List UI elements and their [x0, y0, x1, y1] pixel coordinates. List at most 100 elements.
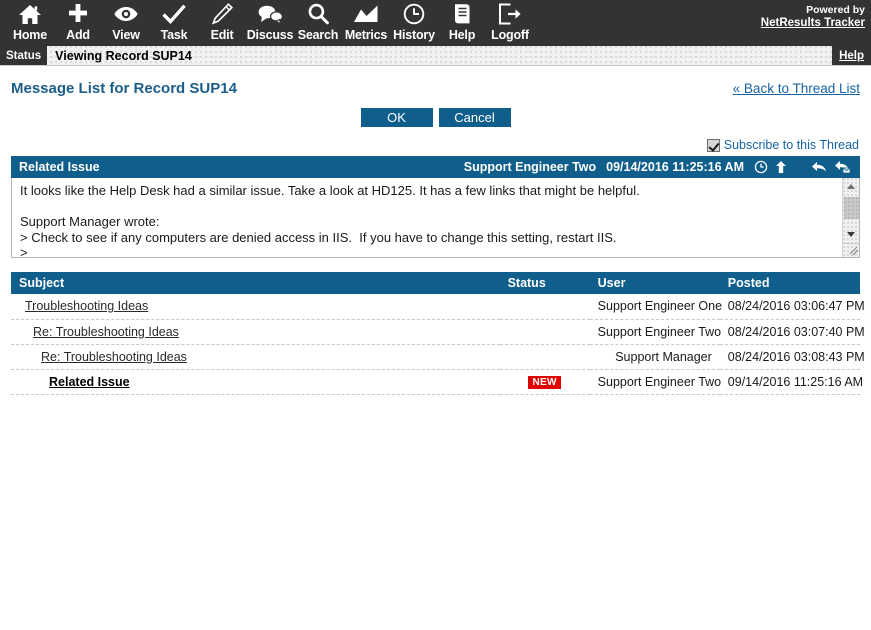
page-content: Message List for Record SUP14 « Back to …: [0, 66, 871, 395]
cell-user: Support Engineer Two: [589, 319, 721, 345]
table-row[interactable]: Re: Troubleshooting Ideas Support Manager…: [11, 344, 865, 370]
toolbar-item-discuss[interactable]: Discuss: [246, 0, 294, 46]
cell-status: [499, 319, 590, 345]
toolbar-item-label: Help: [448, 28, 476, 42]
thread-table: Subject Status User Posted Troubleshooti…: [11, 272, 865, 395]
toolbar-item-metrics[interactable]: Metrics: [342, 0, 390, 46]
message-header: Related Issue Support Engineer Two 09/14…: [11, 156, 860, 178]
page-title: Message List for Record SUP14: [11, 80, 237, 97]
cell-status: [499, 344, 590, 370]
top-toolbar: Home Add View Task Edit Discuss Search Metrics H…: [0, 0, 871, 46]
toolbar-item-logoff[interactable]: Logoff: [486, 0, 534, 46]
thread-subject-link[interactable]: Re: Troubleshooting Ideas: [33, 325, 179, 339]
cell-posted: 08/24/2016 03:08:43 PM: [719, 344, 865, 370]
form-buttons: OK Cancel: [11, 108, 860, 127]
clock-icon[interactable]: [754, 160, 768, 174]
exit-icon: [498, 3, 522, 25]
toolbar-item-history[interactable]: History: [390, 0, 438, 46]
cell-subject: Re: Troubleshooting Ideas: [11, 319, 500, 345]
toolbar-item-home[interactable]: Home: [6, 0, 54, 46]
table-row[interactable]: Re: Troubleshooting Ideas Support Enginee…: [11, 319, 865, 345]
title-row: Message List for Record SUP14 « Back to …: [11, 66, 860, 97]
status-bar-help-link[interactable]: Help: [832, 46, 871, 65]
toolbar-item-label: Search: [297, 28, 339, 42]
cell-status: [499, 294, 590, 320]
message-action-icons: [754, 160, 852, 174]
magnifier-icon: [307, 3, 329, 25]
resize-grip-icon[interactable]: [842, 243, 860, 257]
table-row[interactable]: Related Issue NEW Support Engineer Two 09/1…: [11, 369, 863, 395]
plus-icon: [67, 3, 89, 25]
table-row[interactable]: Troubleshooting Ideas Support Engineer On…: [11, 294, 865, 320]
thread-subject-link[interactable]: Related Issue: [49, 375, 130, 389]
status-bar: Status Viewing Record SUP14 Help: [0, 46, 871, 66]
cell-user: Support Manager: [589, 344, 720, 370]
cell-subject: Troubleshooting Ideas: [11, 294, 500, 320]
toolbar-item-label: Metrics: [344, 28, 388, 42]
cell-subject: Re: Troubleshooting Ideas: [11, 344, 500, 370]
toolbar-item-task[interactable]: Task: [150, 0, 198, 46]
thread-subject-link[interactable]: Re: Troubleshooting Ideas: [41, 350, 187, 364]
powered-by-block: Powered by NetResults Tracker: [761, 4, 865, 30]
clock-icon: [403, 3, 425, 25]
document-icon: [452, 3, 472, 25]
arrow-up-icon[interactable]: [775, 160, 787, 174]
pencil-icon: [211, 3, 233, 25]
cell-status: NEW: [499, 369, 590, 395]
toolbar-item-label: Edit: [210, 28, 234, 42]
column-header-user[interactable]: User: [589, 272, 720, 294]
toolbar-items: Home Add View Task Edit Discuss Search Metrics H…: [6, 0, 534, 46]
scrollbar-thumb[interactable]: [843, 197, 859, 219]
toolbar-item-add[interactable]: Add: [54, 0, 102, 46]
reply-icon[interactable]: [811, 160, 827, 174]
subscribe-label[interactable]: Subscribe to this Thread: [724, 138, 859, 152]
eye-icon: [113, 3, 139, 25]
thread-table-header-row: Subject Status User Posted: [11, 272, 860, 294]
column-header-subject[interactable]: Subject: [11, 272, 500, 294]
toolbar-item-search[interactable]: Search: [294, 0, 342, 46]
cell-subject: Related Issue: [11, 369, 500, 395]
message-scrollbar[interactable]: [842, 178, 860, 257]
toolbar-item-label: Task: [160, 28, 188, 42]
home-icon: [18, 3, 42, 25]
cancel-button[interactable]: Cancel: [438, 108, 511, 127]
chart-icon: [353, 3, 379, 25]
scroll-up-arrow-icon[interactable]: [843, 178, 860, 195]
powered-by-label: Powered by: [806, 4, 865, 16]
message-body: It looks like the Help Desk had a simila…: [20, 183, 640, 257]
message-author: Support Engineer Two: [463, 160, 597, 174]
toolbar-item-label: View: [112, 28, 140, 42]
netresults-tracker-link[interactable]: NetResults Tracker: [761, 17, 865, 30]
toolbar-item-view[interactable]: View: [102, 0, 150, 46]
toolbar-item-label: Logoff: [491, 28, 529, 42]
cell-user: Support Engineer One: [589, 294, 722, 320]
message-body-wrapper: It looks like the Help Desk had a simila…: [11, 178, 860, 258]
thread-table-head: Subject Status User Posted: [11, 272, 860, 294]
column-header-posted[interactable]: Posted: [719, 272, 860, 294]
reply-with-email-icon[interactable]: [834, 160, 852, 174]
status-bar-label: Status: [0, 46, 48, 65]
message-panel: Related Issue Support Engineer Two 09/14…: [11, 156, 860, 258]
cell-posted: 08/24/2016 03:07:40 PM: [719, 319, 865, 345]
cell-posted: 09/14/2016 11:25:16 AM: [719, 369, 863, 395]
back-to-thread-list-link[interactable]: « Back to Thread List: [733, 81, 860, 96]
thread-subject-link[interactable]: Troubleshooting Ideas: [25, 299, 148, 313]
subscribe-checkbox[interactable]: [706, 138, 720, 152]
cell-user: Support Engineer Two: [589, 369, 721, 395]
message-subject: Related Issue: [19, 160, 100, 174]
subscribe-row: Subscribe to this Thread: [11, 138, 860, 152]
message-meta: Support Engineer Two 09/14/2016 11:25:16…: [464, 160, 852, 174]
speech-bubbles-icon: [257, 3, 283, 25]
status-badge: NEW: [528, 376, 561, 389]
toolbar-item-edit[interactable]: Edit: [198, 0, 246, 46]
scroll-down-arrow-icon[interactable]: [843, 226, 860, 243]
check-icon: [162, 3, 186, 25]
toolbar-item-help[interactable]: Help: [438, 0, 486, 46]
toolbar-item-label: Add: [66, 28, 90, 42]
column-header-status[interactable]: Status: [499, 272, 590, 294]
toolbar-item-label: History: [393, 28, 435, 42]
ok-button[interactable]: OK: [360, 108, 433, 127]
cell-posted: 08/24/2016 03:06:47 PM: [719, 294, 865, 320]
message-date: 09/14/2016 11:25:16 AM: [606, 160, 744, 174]
toolbar-item-label: Home: [13, 28, 47, 42]
